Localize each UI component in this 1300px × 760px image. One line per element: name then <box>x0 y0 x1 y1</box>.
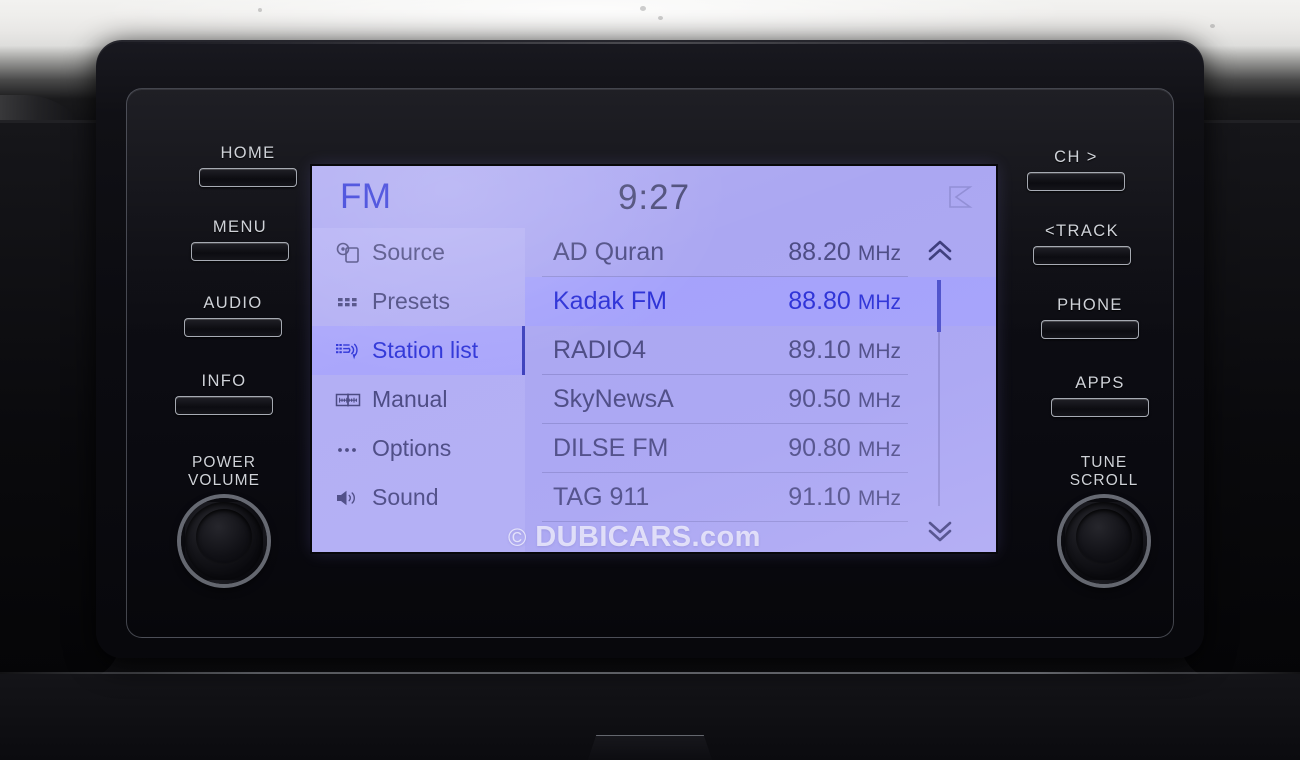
tune-scroll-label-line2: SCROLL <box>1069 472 1139 489</box>
menu-item-source[interactable]: Source <box>312 228 525 277</box>
hardware-button-menu[interactable]: MENU <box>160 218 320 261</box>
hardware-button-menu-label: MENU <box>212 218 268 236</box>
frequency-unit: MHz <box>857 340 901 363</box>
dash-speck <box>640 6 646 11</box>
console-vent <box>586 735 714 760</box>
hardware-button-apps-key[interactable] <box>1051 398 1149 417</box>
menu-item-sound-label: Sound <box>372 484 439 510</box>
station-name: Kadak FM <box>553 287 667 315</box>
tune-scroll-knob-dial[interactable] <box>1061 498 1147 584</box>
station-name: DILSE FM <box>553 434 669 462</box>
chevron-double-up-icon[interactable] <box>924 238 956 264</box>
menu-item-options-label: Options <box>372 435 452 461</box>
menu-item-presets-label: Presets <box>372 288 450 314</box>
power-volume-label-line2: VOLUME <box>187 472 261 489</box>
hardware-button-audio-key[interactable] <box>184 318 282 337</box>
station-name: SkyNewsA <box>553 385 674 413</box>
copyright-symbol: © <box>508 524 527 552</box>
menu-item-manual[interactable]: Manual <box>312 375 525 424</box>
menu-item-station-list[interactable]: Station list <box>312 326 525 375</box>
tune-scroll-knob[interactable]: TUNE SCROLL <box>1014 454 1194 584</box>
chevron-double-down-icon[interactable] <box>924 518 956 544</box>
hardware-button-apps-label: APPS <box>1075 374 1125 392</box>
frequency-unit: MHz <box>857 438 901 461</box>
station-list-icon <box>334 340 361 362</box>
power-volume-knob-dial[interactable] <box>181 498 267 584</box>
menu-item-source-label: Source <box>372 239 445 265</box>
hardware-button-home-key[interactable] <box>199 168 297 187</box>
station-frequency: 90.50 MHz <box>788 385 901 413</box>
frequency-unit: MHz <box>857 242 901 265</box>
scrollbar-thumb[interactable] <box>937 280 941 332</box>
menu-item-station-list-label: Station list <box>372 337 479 363</box>
bezel-highlight <box>118 42 1182 44</box>
hardware-button-audio[interactable]: AUDIO <box>153 294 313 337</box>
hardware-button-track-key[interactable] <box>1033 246 1131 265</box>
power-volume-knob-face[interactable] <box>196 509 252 565</box>
manual-tuner-icon <box>334 389 361 411</box>
tune-scroll-knob-face[interactable] <box>1076 509 1132 565</box>
hardware-button-phone-key[interactable] <box>1041 320 1139 339</box>
hardware-button-home[interactable]: HOME <box>168 144 328 187</box>
hardware-button-phone[interactable]: PHONE <box>1010 296 1170 339</box>
hardware-button-home-label: HOME <box>220 144 276 162</box>
hardware-button-apps[interactable]: APPS <box>1020 374 1180 417</box>
frequency-unit: MHz <box>857 291 901 314</box>
dash-speck <box>658 16 663 20</box>
speaker-icon <box>334 487 361 509</box>
hardware-button-info-key[interactable] <box>175 396 273 415</box>
hardware-button-track[interactable]: <TRACK <box>1002 222 1162 265</box>
frequency-unit: MHz <box>857 389 901 412</box>
dash-speck <box>1210 24 1215 28</box>
station-name: AD Quran <box>553 238 665 266</box>
station-frequency: 90.80 MHz <box>788 434 901 462</box>
hardware-button-info-label: INFO <box>201 372 247 390</box>
options-dots-icon <box>334 438 361 460</box>
station-list-scrollbar[interactable] <box>922 228 958 552</box>
screen-header: FM 9:27 <box>312 166 996 228</box>
power-volume-label-line1: POWER <box>191 454 257 471</box>
menu-item-presets[interactable]: Presets <box>312 277 525 326</box>
infotainment-screen[interactable]: FM 9:27 Source Presets Station list Manu… <box>312 166 996 552</box>
frequency-unit: MHz <box>857 487 901 510</box>
hardware-button-ch-label: CH > <box>1054 148 1098 166</box>
hardware-button-audio-label: AUDIO <box>203 294 263 312</box>
menu-item-options[interactable]: Options <box>312 424 525 473</box>
hardware-button-ch-key[interactable] <box>1027 172 1125 191</box>
presets-grid-icon <box>334 291 361 313</box>
dash-speck <box>258 8 262 12</box>
station-frequency: 88.20 MHz <box>788 238 901 266</box>
clock-display: 9:27 <box>617 178 691 217</box>
hardware-button-track-label: <TRACK <box>1045 222 1119 240</box>
tune-scroll-label-line1: TUNE <box>1080 454 1128 471</box>
hardware-button-ch[interactable]: CH > <box>996 148 1156 191</box>
station-name: RADIO4 <box>553 336 647 364</box>
station-frequency: 89.10 MHz <box>788 336 901 364</box>
station-frequency: 91.10 MHz <box>788 483 901 511</box>
hardware-button-menu-key[interactable] <box>191 242 289 261</box>
source-disc-icon <box>334 242 361 264</box>
station-frequency: 88.80 MHz <box>788 287 901 315</box>
dubicars-watermark: © DUBICARS.com <box>508 521 761 552</box>
watermark-text: DUBICARS.com <box>535 521 761 552</box>
signal-mute-icon <box>949 186 973 208</box>
hardware-button-phone-label: PHONE <box>1057 296 1123 314</box>
station-name: TAG 911 <box>553 483 650 511</box>
hardware-button-info[interactable]: INFO <box>144 372 304 415</box>
menu-item-manual-label: Manual <box>372 386 448 412</box>
power-volume-knob[interactable]: POWER VOLUME <box>134 454 314 584</box>
menu-item-sound[interactable]: Sound <box>312 473 525 522</box>
screen-menu-panel[interactable]: Source Presets Station list Manual Optio… <box>312 228 525 552</box>
